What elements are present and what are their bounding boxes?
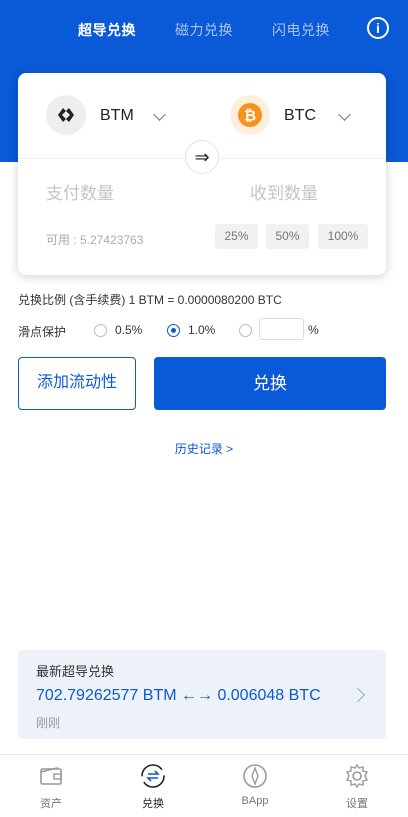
- nav-bapp[interactable]: BApp: [204, 757, 306, 817]
- svg-text:₿: ₿: [244, 108, 256, 125]
- add-liquidity-button[interactable]: 添加流动性: [18, 357, 136, 410]
- latest-swap-panel[interactable]: 最新超导兑换 702.79262577 BTM ←→ 0.006048 BTC …: [18, 650, 386, 739]
- nav-label: 资产: [40, 798, 62, 810]
- from-coin-label[interactable]: BTM: [100, 107, 134, 125]
- history-link[interactable]: 历史记录 >: [0, 440, 408, 457]
- slippage-label: 滑点保护: [18, 325, 67, 339]
- chevron-right-icon[interactable]: [350, 687, 366, 703]
- latest-swap-time: 刚刚: [36, 716, 61, 730]
- to-coin-label[interactable]: BTC: [284, 107, 316, 125]
- tab-lightning-swap[interactable]: 闪电兑换: [272, 20, 330, 40]
- slippage-option-label: 1.0%: [188, 323, 216, 337]
- nav-assets[interactable]: 资产: [0, 757, 102, 817]
- nav-settings[interactable]: 设置: [306, 757, 408, 817]
- latest-swap-title: 最新超导兑换: [36, 664, 115, 679]
- tab-superconduct-swap[interactable]: 超导兑换: [78, 20, 136, 40]
- exchange-rate: 兑换比例 (含手续费) 1 BTM = 0.0000080200 BTC: [18, 293, 282, 307]
- custom-slippage-input[interactable]: [259, 318, 304, 340]
- pay-amount-input[interactable]: 支付数量: [46, 179, 114, 204]
- compass-icon: [243, 764, 267, 788]
- btc-coin-icon: ₿: [230, 95, 270, 135]
- available-balance: 可用 : 5.27423763: [46, 233, 144, 247]
- swap-card: BTM ₿ BTC ⇒ 支付数量 收到数量 可用 : 5.27423763 25…: [18, 73, 386, 275]
- chevron-down-icon[interactable]: [338, 108, 351, 121]
- bottom-nav-divider: [0, 754, 408, 755]
- nav-label: 兑换: [142, 798, 164, 810]
- swap-button[interactable]: 兑换: [154, 357, 386, 410]
- wallet-icon: [40, 766, 62, 785]
- swap-direction-button[interactable]: ⇒: [185, 140, 219, 174]
- slippage-radio-1-0[interactable]: [167, 324, 180, 337]
- exchange-icon: [141, 764, 165, 788]
- info-icon[interactable]: i: [367, 17, 389, 39]
- latest-swap-value: 702.79262577 BTM ←→ 0.006048 BTC: [36, 687, 321, 704]
- nav-label: BApp: [241, 795, 269, 807]
- slippage-radio-0-5[interactable]: [94, 324, 107, 337]
- slippage-option-label: 0.5%: [115, 323, 143, 337]
- nav-exchange[interactable]: 兑换: [102, 757, 204, 817]
- tab-magnetic-swap[interactable]: 磁力兑换: [175, 20, 233, 40]
- percent-sign: %: [308, 323, 319, 337]
- swap-mode-tabs: 超导兑换 磁力兑换 闪电兑换 i: [0, 0, 408, 60]
- btm-coin-icon: [46, 95, 86, 135]
- gear-icon: [345, 763, 369, 789]
- percent-100-button[interactable]: 100%: [318, 224, 368, 249]
- percent-25-button[interactable]: 25%: [215, 224, 258, 249]
- receive-amount-input[interactable]: 收到数量: [250, 179, 318, 204]
- chevron-down-icon[interactable]: [153, 108, 166, 121]
- slippage-radio-custom[interactable]: [239, 324, 252, 337]
- percent-50-button[interactable]: 50%: [266, 224, 309, 249]
- nav-label: 设置: [346, 798, 368, 810]
